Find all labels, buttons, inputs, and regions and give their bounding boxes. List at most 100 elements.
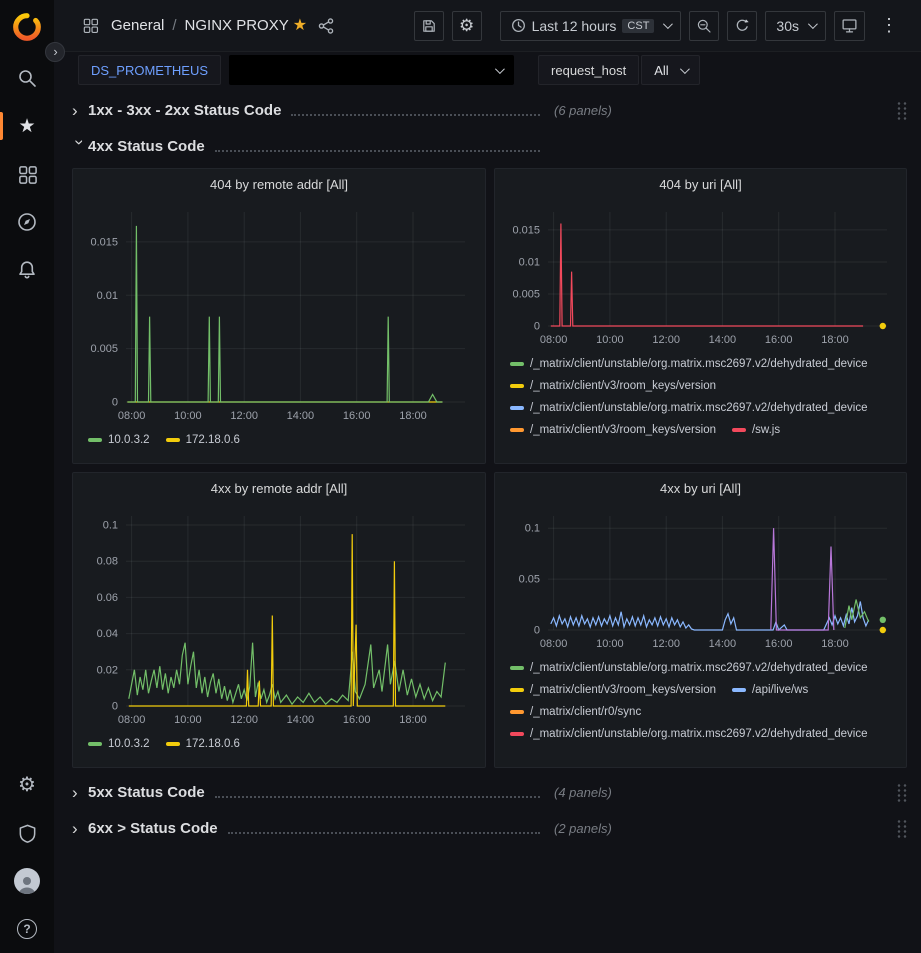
- legend-item[interactable]: /_matrix/client/unstable/org.matrix.msc2…: [510, 356, 868, 371]
- legend-item[interactable]: /_matrix/client/unstable/org.matrix.msc2…: [510, 400, 868, 415]
- row-6xx-status-code[interactable]: › 6xx > Status Code (2 panels): [72, 814, 907, 842]
- legend-label: 10.0.3.2: [108, 434, 150, 446]
- panel-title[interactable]: 404 by uri [All]: [504, 174, 897, 198]
- row-title: 5xx Status Code: [88, 784, 205, 801]
- breadcrumb: General / NGINX PROXY: [111, 17, 289, 34]
- legend-item[interactable]: 172.18.0.6: [166, 432, 240, 447]
- dashboard-settings-button[interactable]: ⚙: [452, 11, 482, 41]
- request-host-select[interactable]: All: [641, 55, 699, 85]
- timeseries-chart[interactable]: 00.0050.010.01508:0010:0012:0014:0016:00…: [504, 198, 897, 350]
- row-drag-handle[interactable]: [895, 782, 907, 802]
- refresh-button[interactable]: [727, 11, 757, 41]
- legend-item[interactable]: /_matrix/client/v3/room_keys/version: [510, 422, 716, 437]
- svg-text:08:00: 08:00: [540, 638, 568, 650]
- svg-text:18:00: 18:00: [821, 638, 849, 650]
- timeseries-chart[interactable]: 00.020.040.060.080.108:0010:0012:0014:00…: [82, 502, 475, 730]
- compass-icon: [16, 211, 38, 233]
- sidebar-item-starred[interactable]: ★: [0, 102, 54, 150]
- legend-swatch: [510, 666, 524, 670]
- share-button[interactable]: [313, 13, 339, 39]
- timezone-badge: CST: [622, 19, 654, 33]
- sidebar-item-explore[interactable]: [0, 198, 54, 246]
- svg-text:14:00: 14:00: [709, 334, 737, 346]
- svg-text:0.04: 0.04: [97, 628, 118, 640]
- legend-swatch: [732, 428, 746, 432]
- panel-title[interactable]: 404 by remote addr [All]: [82, 174, 476, 198]
- sidebar-item-alerting[interactable]: [0, 246, 54, 294]
- legend-item[interactable]: /api/live/ws: [732, 682, 808, 697]
- legend-label: /_matrix/client/unstable/org.matrix.msc2…: [530, 402, 868, 414]
- breadcrumb-dashboards-icon-wrap: [78, 13, 103, 38]
- legend-item[interactable]: /_matrix/client/v3/room_keys/version: [510, 378, 716, 393]
- svg-text:12:00: 12:00: [652, 334, 680, 346]
- legend-label: 10.0.3.2: [108, 738, 150, 750]
- favorite-star-icon[interactable]: ★: [293, 18, 307, 34]
- legend-item[interactable]: /_matrix/client/unstable/org.matrix.msc2…: [510, 660, 868, 675]
- dotted-leader: [291, 105, 540, 116]
- row-5xx-status-code[interactable]: › 5xx Status Code (4 panels): [72, 778, 907, 806]
- gear-icon: ⚙: [459, 17, 474, 34]
- row-title-group: › 4xx Status Code: [72, 138, 550, 155]
- chart-legend: 10.0.3.2 172.18.0.6: [82, 730, 476, 760]
- svg-text:10:00: 10:00: [596, 638, 624, 650]
- sidebar-item-profile[interactable]: [0, 857, 54, 905]
- panel-404-by-remote-addr: 404 by remote addr [All] 00.0050.010.015…: [72, 168, 486, 464]
- time-range-picker[interactable]: Last 12 hours CST: [500, 11, 682, 41]
- panel-title[interactable]: 4xx by remote addr [All]: [82, 478, 476, 502]
- chevron-down-icon: [663, 19, 673, 29]
- legend-item[interactable]: 172.18.0.6: [166, 736, 240, 751]
- save-dashboard-button[interactable]: [414, 11, 444, 41]
- refresh-interval-select[interactable]: 30s: [765, 11, 826, 41]
- legend-item[interactable]: 10.0.3.2: [88, 432, 150, 447]
- breadcrumb-dashboard-title[interactable]: NGINX PROXY: [185, 17, 289, 34]
- legend-label: /_matrix/client/unstable/org.matrix.msc2…: [530, 358, 868, 370]
- kebab-menu-button[interactable]: ⋮: [873, 11, 905, 41]
- shield-icon: [17, 823, 38, 844]
- svg-text:18:00: 18:00: [399, 410, 427, 422]
- timeseries-chart[interactable]: 00.0050.010.01508:0010:0012:0014:0016:00…: [82, 198, 475, 426]
- zoom-out-time-button[interactable]: [689, 11, 719, 41]
- legend-item[interactable]: /sw.js: [732, 422, 780, 437]
- svg-text:0.06: 0.06: [97, 592, 118, 604]
- row-4xx-status-code[interactable]: › 4xx Status Code: [72, 132, 907, 160]
- sidebar: ★ ⚙: [0, 0, 54, 953]
- row-drag-handle[interactable]: [895, 818, 907, 838]
- sidebar-item-help[interactable]: ?: [0, 905, 54, 953]
- datasource-variable-label[interactable]: DS_PROMETHEUS: [78, 55, 221, 85]
- row-drag-handle[interactable]: [895, 100, 907, 120]
- sidebar-item-dashboards[interactable]: [0, 150, 54, 198]
- legend-swatch: [166, 742, 180, 746]
- legend-item[interactable]: /_matrix/client/v3/room_keys/version: [510, 682, 716, 697]
- legend-item[interactable]: /_matrix/client/unstable/org.matrix.msc2…: [510, 726, 868, 741]
- sidebar-item-search[interactable]: [0, 54, 54, 102]
- share-icon: [317, 17, 335, 35]
- legend-swatch: [510, 428, 524, 432]
- save-icon: [421, 18, 437, 34]
- legend-item[interactable]: /_matrix/client/r0/sync: [510, 704, 641, 719]
- legend-label: /_matrix/client/v3/room_keys/version: [530, 424, 716, 436]
- time-range-label: Last 12 hours: [532, 18, 617, 34]
- legend-swatch: [166, 438, 180, 442]
- legend-label: /api/live/ws: [752, 684, 808, 696]
- svg-text:0.1: 0.1: [525, 523, 540, 535]
- timeseries-chart[interactable]: 00.050.108:0010:0012:0014:0016:0018:00: [504, 502, 897, 654]
- svg-text:0.005: 0.005: [512, 289, 540, 301]
- legend-swatch: [510, 732, 524, 736]
- sidebar-item-server-admin[interactable]: [0, 809, 54, 857]
- legend-label: /_matrix/client/unstable/org.matrix.msc2…: [530, 728, 868, 740]
- legend-label: /_matrix/client/unstable/org.matrix.msc2…: [530, 662, 868, 674]
- tv-mode-button[interactable]: [834, 11, 865, 41]
- sidebar-expand-button[interactable]: ›: [45, 42, 65, 62]
- datasource-variable-select[interactable]: [229, 55, 514, 85]
- legend-swatch: [88, 438, 102, 442]
- row-1xx-3xx-2xx-status-code[interactable]: › 1xx - 3xx - 2xx Status Code (6 panels): [72, 96, 907, 124]
- user-silhouette-icon: [16, 874, 38, 894]
- sidebar-item-configuration[interactable]: ⚙: [0, 761, 54, 809]
- breadcrumb-folder[interactable]: General: [111, 17, 164, 34]
- legend-item[interactable]: 10.0.3.2: [88, 736, 150, 751]
- svg-text:0.05: 0.05: [519, 574, 540, 586]
- chart-legend: /_matrix/client/unstable/org.matrix.msc2…: [504, 350, 897, 456]
- legend-label: /sw.js: [752, 424, 780, 436]
- chart-legend: 10.0.3.2 172.18.0.6: [82, 426, 476, 456]
- panel-title[interactable]: 4xx by uri [All]: [504, 478, 897, 502]
